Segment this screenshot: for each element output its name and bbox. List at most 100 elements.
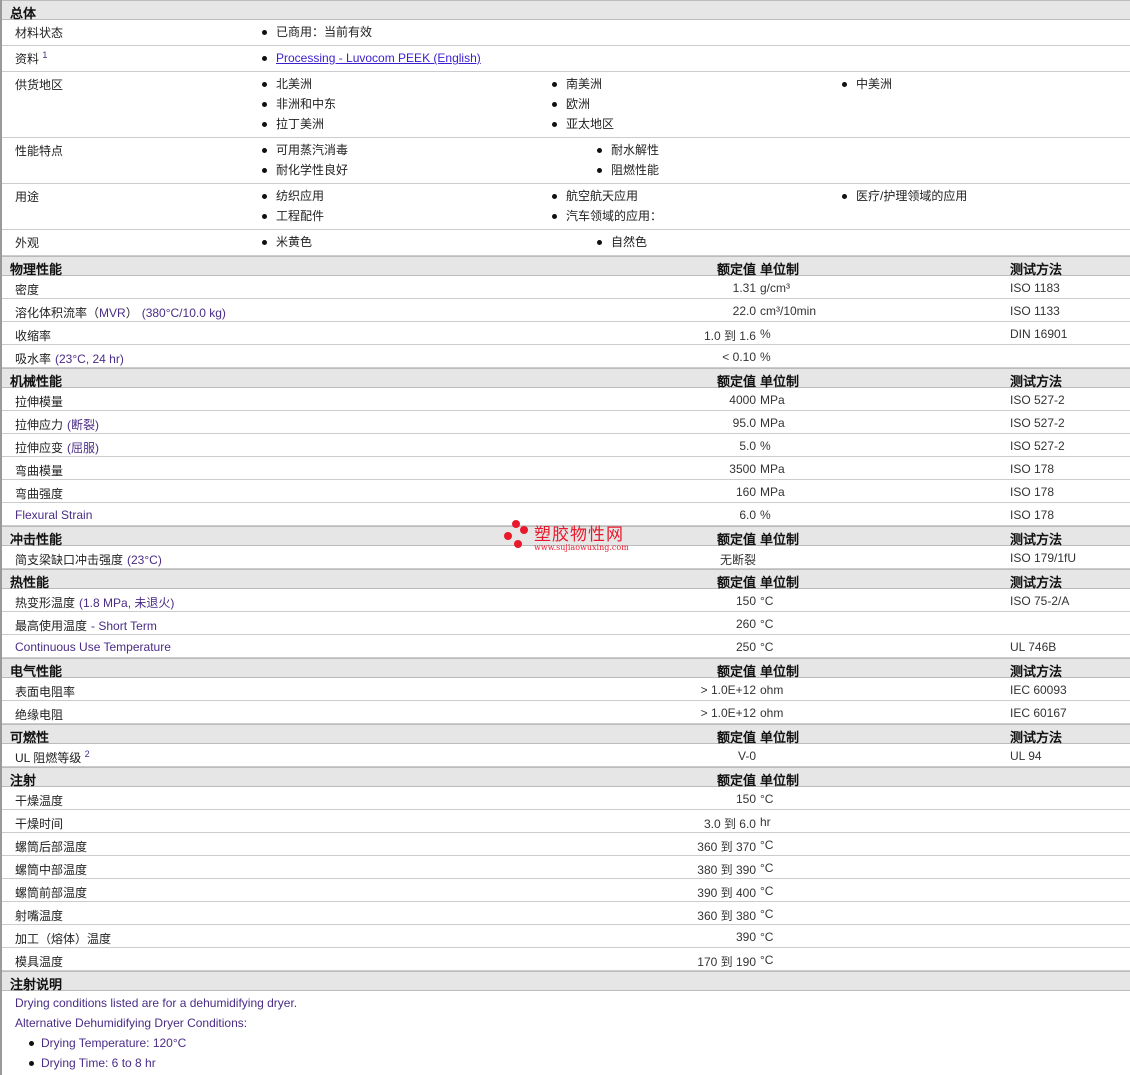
test-method: ISO 527-2 <box>1010 416 1065 430</box>
property-value: 3500 <box>729 462 756 476</box>
property-name: 弯曲强度 <box>15 487 64 501</box>
property-unit: g/cm³ <box>760 281 790 295</box>
property-unit: MPa <box>760 485 785 499</box>
list-item: 工程配件 <box>260 207 550 227</box>
property-value: V-0 <box>737 749 756 763</box>
property-label: 弯曲强度 <box>15 485 63 502</box>
property-value: 无断裂 <box>719 553 756 567</box>
row-label: 资料 1 <box>15 50 47 67</box>
property-unit: °C <box>760 792 774 806</box>
property-unit: °C <box>760 930 774 944</box>
property-label: 加工（熔体）温度 <box>15 930 111 947</box>
value-columns: Processing - Luvocom PEEK (English) <box>260 49 1130 69</box>
property-name: 模具温度 <box>15 955 64 969</box>
property-name: 简支梁缺口冲击强度 <box>15 553 124 567</box>
list-item: 纺织应用 <box>260 187 550 207</box>
property-abbrev: MVR <box>99 306 126 320</box>
row-label-text: 资料 <box>15 52 40 66</box>
property-label: 密度 <box>15 281 39 298</box>
note-line: Alternative Dehumidifying Dryer Conditio… <box>15 1016 248 1030</box>
general-row: 外观 米黄色 自然色 <box>2 230 1130 256</box>
watermark-name: 塑胶物性网 <box>534 525 624 544</box>
property-unit: % <box>760 439 771 453</box>
property-name: 收缩率 <box>15 329 52 343</box>
row-label: 供货地区 <box>15 76 63 93</box>
footnote-marker: 2 <box>84 749 90 759</box>
property-row: 密度 1.31 g/cm³ ISO 1183 <box>2 276 1130 299</box>
property-value: 1.0 到 1.6 <box>703 329 756 343</box>
section-header: 物理性能 额定值 单位制 测试方法 <box>2 256 1130 277</box>
list-item: 北美洲 <box>260 75 550 95</box>
test-method: ISO 75-2/A <box>1010 594 1070 608</box>
property-name: 拉伸应力 <box>15 418 64 432</box>
property-name: 最高使用温度 <box>15 619 88 633</box>
test-method: ISO 1183 <box>1010 281 1060 295</box>
watermark-url: www.sujiaowuxing.com <box>534 543 629 552</box>
property-row: 表面电阻率 > 1.0E+12 ohm IEC 60093 <box>2 678 1130 701</box>
property-label: 最高使用温度 - Short Term <box>15 617 157 634</box>
property-value: 160 <box>735 485 756 499</box>
property-row: UL 阻燃等级 2 V-0 UL 94 <box>2 744 1130 767</box>
property-unit: °C <box>760 617 774 631</box>
value-columns: 纺织应用 工程配件 航空航天应用 汽车领域的应用： 医疗/护理领域的应用 <box>260 187 1130 227</box>
property-unit: °C <box>760 907 774 921</box>
property-value: 3.0 到 6.0 <box>703 817 756 831</box>
list-item: 南美洲 <box>550 75 840 95</box>
property-row: 模具温度 170 到 190 °C <box>2 948 1130 971</box>
property-label: 螺筒前部温度 <box>15 884 87 901</box>
property-label: 拉伸应力 (断裂) <box>15 416 99 433</box>
list-item: 可用蒸汽消毒 <box>260 141 595 161</box>
value-column: 医疗/护理领域的应用 <box>840 187 1130 227</box>
property-label: 螺筒后部温度 <box>15 838 87 855</box>
property-name: Flexural Strain <box>15 508 93 522</box>
value-column: 航空航天应用 汽车领域的应用： <box>550 187 840 227</box>
property-name: 弯曲模量 <box>15 464 64 478</box>
property-unit: °C <box>760 861 774 875</box>
list-item: Processing - Luvocom PEEK (English) <box>260 49 595 69</box>
property-label: 弯曲模量 <box>15 462 63 479</box>
value-column: 自然色 <box>595 233 930 253</box>
property-value: 380 到 390 <box>697 863 756 877</box>
property-row: 加工（熔体）温度 390 °C <box>2 925 1130 948</box>
value-column: 已商用：当前有效 <box>260 23 595 43</box>
value-columns: 米黄色 自然色 <box>260 233 1130 253</box>
property-unit: °C <box>760 594 774 608</box>
watermark-logo: 塑胶物性网 www.sujiaowuxing.com <box>504 520 644 554</box>
property-unit: hr <box>760 815 771 829</box>
property-unit: ohm <box>760 706 784 720</box>
test-method: ISO 179/1fU <box>1010 551 1077 565</box>
property-name: 加工（熔体）温度 <box>15 932 112 946</box>
test-method: ISO 527-2 <box>1010 393 1065 407</box>
property-label: UL 阻燃等级 2 <box>15 749 90 766</box>
property-value: 360 到 370 <box>697 840 756 854</box>
property-row: 螺筒前部温度 390 到 400 °C <box>2 879 1130 902</box>
property-label: 拉伸应变 (屈服) <box>15 439 99 456</box>
test-method: ISO 178 <box>1010 462 1055 476</box>
property-row: 射嘴温度 360 到 380 °C <box>2 902 1130 925</box>
property-label: 射嘴温度 <box>15 907 63 924</box>
property-row: 拉伸应力 (断裂) 95.0 MPa ISO 527-2 <box>2 411 1130 434</box>
row-label-text: 性能特点 <box>15 144 64 158</box>
property-name: 密度 <box>15 283 40 297</box>
property-label: 吸水率 (23°C, 24 hr) <box>15 350 124 367</box>
document-link[interactable]: Processing - Luvocom PEEK (English) <box>276 51 481 65</box>
property-row: 最高使用温度 - Short Term 260 °C <box>2 612 1130 635</box>
property-row: 弯曲强度 160 MPa ISO 178 <box>2 480 1130 503</box>
property-label: 表面电阻率 <box>15 683 75 700</box>
property-label: 螺筒中部温度 <box>15 861 87 878</box>
section-title: 注射说明 <box>10 977 63 992</box>
property-value: > 1.0E+12 <box>700 706 756 720</box>
property-name: 螺筒后部温度 <box>15 840 88 854</box>
value-columns: 可用蒸汽消毒 耐化学性良好 耐水解性 阻燃性能 <box>260 141 1130 181</box>
property-value: 22.0 <box>732 304 756 318</box>
note-line: Drying Time: 6 to 8 hr <box>15 1054 1130 1074</box>
property-value: 250 <box>735 640 756 654</box>
property-condition: (380°C/10.0 kg) <box>141 306 226 320</box>
list-item: 自然色 <box>595 233 930 253</box>
test-method: ISO 1133 <box>1010 304 1060 318</box>
property-unit: MPa <box>760 462 785 476</box>
list-item: 亚太地区 <box>550 115 840 135</box>
property-value: 150 <box>735 594 756 608</box>
row-label: 性能特点 <box>15 142 63 159</box>
property-label: 溶化体积流率（MVR） (380°C/10.0 kg) <box>15 304 226 321</box>
